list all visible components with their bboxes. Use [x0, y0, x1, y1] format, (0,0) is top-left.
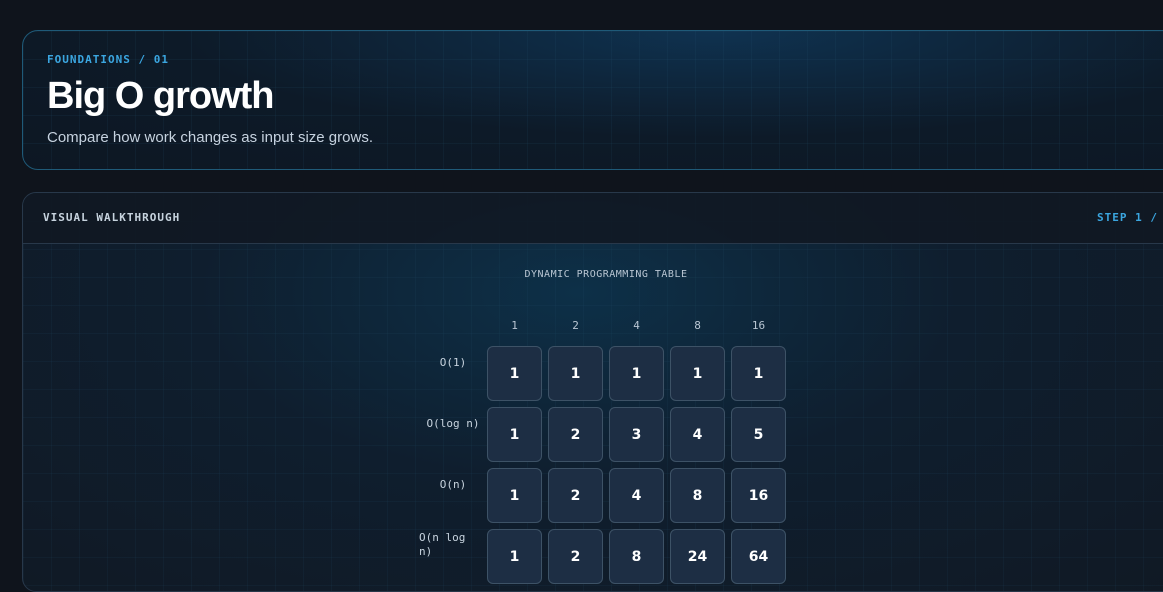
- page-title: Big O growth: [47, 75, 275, 117]
- column-header: 4: [633, 319, 640, 332]
- table-cell: 64: [731, 529, 786, 584]
- table-cell: 1: [670, 346, 725, 401]
- column-header: 16: [751, 319, 766, 332]
- column-header: 8: [694, 319, 701, 332]
- table-cell: 8: [609, 529, 664, 584]
- table-cell: 1: [731, 346, 786, 401]
- walkthrough-panel: VISUAL WALKTHROUGH STEP 1 / 7 DYNAMIC PR…: [22, 192, 1163, 592]
- row-header: O(1): [439, 356, 467, 369]
- table-cell: 2: [548, 407, 603, 462]
- table-cell: 4: [670, 407, 725, 462]
- table-cell: 1: [548, 346, 603, 401]
- table-title: DYNAMIC PROGRAMMING TABLE: [524, 269, 688, 280]
- table-cell: 24: [670, 529, 725, 584]
- table-cell: 1: [487, 529, 542, 584]
- table-cell: 1: [487, 468, 542, 523]
- table-cell: 3: [609, 407, 664, 462]
- panel-label: VISUAL WALKTHROUGH: [43, 211, 181, 224]
- table-cell: 5: [731, 407, 786, 462]
- row-header: O(log n): [426, 417, 480, 430]
- table-cell: 1: [609, 346, 664, 401]
- table-cell: 16: [731, 468, 786, 523]
- table-cell: 4: [609, 468, 664, 523]
- table-cell: 1: [487, 407, 542, 462]
- table-cell: 8: [670, 468, 725, 523]
- step-indicator: STEP 1 / 7: [1097, 211, 1163, 224]
- panel-header: VISUAL WALKTHROUGH STEP 1 / 7: [23, 193, 1163, 244]
- hero-card: FOUNDATIONS / 01 Big O growth Compare ho…: [22, 30, 1163, 170]
- row-header: O(n log n): [419, 531, 466, 558]
- column-header: 1: [511, 319, 518, 332]
- table-cell: 2: [548, 468, 603, 523]
- row-header: O(n): [439, 478, 467, 491]
- column-header: 2: [572, 319, 579, 332]
- table-cell: 1: [487, 346, 542, 401]
- table-cell: 2: [548, 529, 603, 584]
- breadcrumb: FOUNDATIONS / 01: [47, 53, 169, 66]
- page-subtitle: Compare how work changes as input size g…: [47, 129, 373, 146]
